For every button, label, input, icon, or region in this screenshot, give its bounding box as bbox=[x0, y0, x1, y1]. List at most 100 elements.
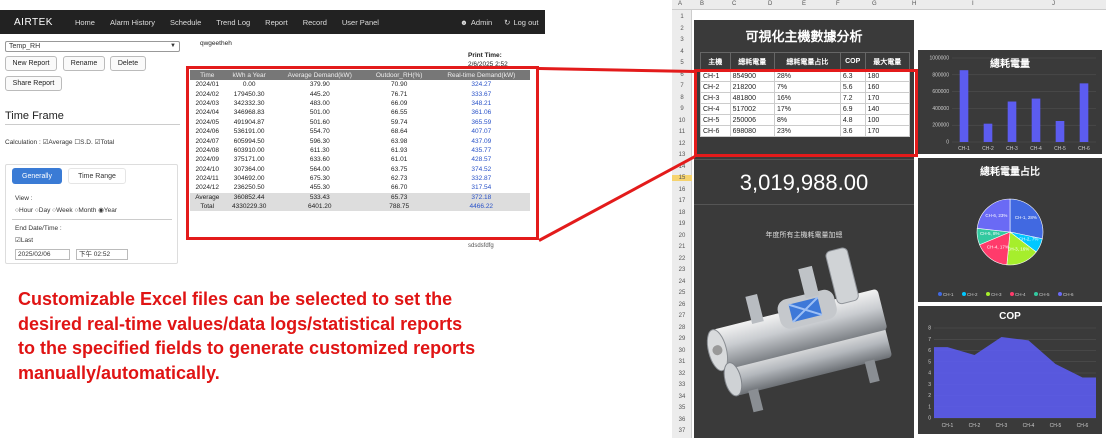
total-consumption-value: 3,019,988.00 bbox=[739, 170, 869, 195]
excel-row-number[interactable]: 24 bbox=[672, 279, 692, 285]
excel-row-number[interactable]: 20 bbox=[672, 233, 692, 239]
excel-row-number[interactable]: 10 bbox=[672, 118, 692, 124]
excel-column-letter[interactable]: G bbox=[872, 1, 877, 7]
share-pie-chart-panel: 總耗電量占比 CH-1, 28% CH-2, 7% CH-3, 16% CH-4, 1… bbox=[918, 158, 1102, 302]
time-frame-tabs: Generally Time Range View : ○Hour ○Day ○… bbox=[5, 164, 178, 264]
excel-row-number[interactable]: 19 bbox=[672, 221, 692, 227]
excel-row-number[interactable]: 3 bbox=[672, 37, 692, 43]
excel-row-number[interactable]: 33 bbox=[672, 382, 692, 388]
excel-row-number[interactable]: 21 bbox=[672, 244, 692, 250]
excel-column-letter[interactable]: C bbox=[732, 1, 736, 7]
column-header: 總耗電量占比 bbox=[774, 52, 841, 71]
excel-row-number[interactable]: 26 bbox=[672, 302, 692, 308]
report-select[interactable]: Temp_RH ▼ bbox=[5, 41, 180, 52]
tab-time-range[interactable]: Time Range bbox=[68, 168, 126, 184]
excel-column-letter[interactable]: I bbox=[972, 1, 974, 7]
legend-label: CH-2 bbox=[967, 292, 978, 297]
excel-row-number[interactable]: 16 bbox=[672, 187, 692, 193]
consumption-bar-chart-panel: 總耗電量 1000000 800000 600000 400000 200000 0 CH-… bbox=[918, 50, 1102, 154]
nav-report[interactable]: Report bbox=[265, 18, 288, 27]
excel-column-letter[interactable]: D bbox=[768, 1, 772, 7]
rename-button[interactable]: Rename bbox=[63, 56, 105, 71]
excel-row-number[interactable]: 9 bbox=[672, 106, 692, 112]
nav-trend-log[interactable]: Trend Log bbox=[216, 18, 250, 27]
new-report-button[interactable]: New Report bbox=[5, 56, 57, 71]
view-options: ○Hour ○Day ○Week ○Month ◉Year bbox=[15, 206, 117, 214]
end-time-input[interactable]: 下午 02:52 bbox=[76, 249, 128, 260]
bar bbox=[1031, 98, 1041, 142]
view-hour-label: Hour bbox=[18, 207, 34, 214]
y-tick-label: 5 bbox=[928, 359, 931, 365]
x-tick-label: CH-1 bbox=[958, 146, 970, 152]
excel-row-number[interactable]: 27 bbox=[672, 313, 692, 319]
bar bbox=[1007, 101, 1017, 142]
excel-row-number[interactable]: 35 bbox=[672, 405, 692, 411]
excel-row-number[interactable]: 28 bbox=[672, 325, 692, 331]
divider bbox=[12, 219, 172, 220]
excel-column-letter[interactable]: B bbox=[700, 1, 704, 7]
x-tick-label: CH-3 bbox=[996, 423, 1008, 429]
top-navbar: AIRTEK Home Alarm History Schedule Trend… bbox=[0, 10, 545, 34]
excel-row-number[interactable]: 7 bbox=[672, 83, 692, 89]
column-header: COP bbox=[839, 52, 866, 71]
excel-row-number[interactable]: 31 bbox=[672, 359, 692, 365]
x-tick-label: CH-4 bbox=[1023, 423, 1035, 429]
excel-row-number[interactable]: 32 bbox=[672, 371, 692, 377]
excel-column-letter[interactable]: J bbox=[1052, 1, 1055, 7]
excel-row-number[interactable]: 11 bbox=[672, 129, 692, 135]
screenshot-stage: AIRTEK Home Alarm History Schedule Trend… bbox=[0, 0, 1106, 438]
legend-label: CH-3 bbox=[991, 292, 1002, 297]
excel-row-number[interactable]: 15 bbox=[672, 175, 692, 181]
excel-row-number[interactable]: 8 bbox=[672, 95, 692, 101]
excel-row-number[interactable]: 18 bbox=[672, 210, 692, 216]
excel-row-number[interactable]: 25 bbox=[672, 290, 692, 296]
bar bbox=[1055, 120, 1065, 142]
excel-column-letter[interactable]: H bbox=[912, 1, 916, 7]
excel-column-letter[interactable]: E bbox=[802, 1, 806, 7]
excel-row-number[interactable]: 30 bbox=[672, 348, 692, 354]
nav-user-panel[interactable]: User Panel bbox=[342, 18, 379, 27]
column-header: 總耗電量 bbox=[729, 52, 776, 71]
pie-data-label: CH-6, 23% bbox=[985, 213, 1007, 218]
delete-button[interactable]: Delete bbox=[110, 56, 146, 71]
report-sidebar: Temp_RH ▼ New Report Rename Delete Share… bbox=[0, 38, 182, 272]
last-label: Last bbox=[20, 237, 34, 244]
nav-record[interactable]: Record bbox=[303, 18, 327, 27]
excel-row-number[interactable]: 5 bbox=[672, 60, 692, 66]
legend-label: CH-6 bbox=[1063, 292, 1074, 297]
excel-row-number[interactable]: 36 bbox=[672, 417, 692, 423]
pie-data-label: CH-3, 16% bbox=[1007, 247, 1029, 252]
excel-row-number[interactable]: 37 bbox=[672, 428, 692, 434]
tab-generally[interactable]: Generally bbox=[12, 168, 62, 184]
admin-user-link[interactable]: Admin bbox=[471, 18, 492, 27]
cop-area-chart-panel: COP 8 7 6 5 4 3 2 1 0 CH-1 CH-2 CH-3 CH-4 CH-5 CH-6 bbox=[918, 306, 1102, 434]
nav-schedule[interactable]: Schedule bbox=[170, 18, 201, 27]
excel-row-number[interactable]: 29 bbox=[672, 336, 692, 342]
nav-alarm-history[interactable]: Alarm History bbox=[110, 18, 155, 27]
table-header-row: 主機 總耗電量 總耗電量占比 COP 最大電量 bbox=[700, 52, 911, 71]
excel-row-number[interactable]: 2 bbox=[672, 26, 692, 32]
excel-column-letter[interactable]: F bbox=[836, 1, 840, 7]
nav-home[interactable]: Home bbox=[75, 18, 95, 27]
excel-row-number[interactable]: 1 bbox=[672, 14, 692, 20]
excel-row-headers: 1 2 3 4 5 6 7 8 9 10 11 12 13 14 15 16 17 18 19 20 21 22 23 24 2… bbox=[672, 10, 692, 438]
excel-row-number[interactable]: 34 bbox=[672, 394, 692, 400]
x-tick-label: CH-3 bbox=[1006, 146, 1018, 152]
y-tick-label: 2 bbox=[928, 393, 931, 399]
y-tick-label: 400000 bbox=[932, 106, 949, 112]
excel-row-number[interactable]: 12 bbox=[672, 141, 692, 147]
share-report-button[interactable]: Share Report bbox=[5, 76, 62, 91]
y-tick-label: 200000 bbox=[932, 123, 949, 129]
excel-row-number[interactable]: 17 bbox=[672, 198, 692, 204]
excel-row-number[interactable]: 4 bbox=[672, 49, 692, 55]
divider bbox=[5, 124, 180, 125]
end-date-input[interactable]: 2025/02/06 bbox=[15, 249, 70, 260]
dashboard-title: 可視化主機數據分析 bbox=[745, 29, 863, 44]
total-label: Total bbox=[100, 139, 115, 146]
excel-row-number[interactable]: 22 bbox=[672, 256, 692, 262]
legend-marker bbox=[1058, 292, 1062, 296]
logout-link[interactable]: Log out bbox=[513, 18, 538, 27]
y-tick-label: 3 bbox=[928, 382, 931, 388]
excel-column-letter[interactable]: A bbox=[678, 1, 682, 7]
excel-row-number[interactable]: 23 bbox=[672, 267, 692, 273]
